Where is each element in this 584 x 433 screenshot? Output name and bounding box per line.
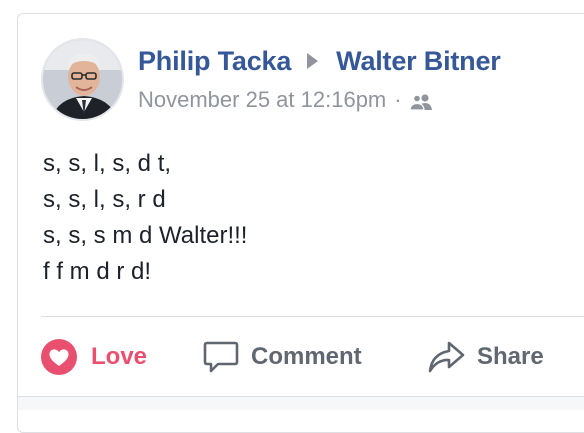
comments-strip bbox=[18, 396, 584, 410]
share-label: Share bbox=[477, 343, 544, 370]
post-body-line: s, s, l, s, d t, bbox=[43, 150, 172, 177]
post-body-line: f f m d r d! bbox=[43, 258, 152, 285]
post-meta: November 25 at 12:16pm · bbox=[138, 86, 433, 114]
meta-separator: · bbox=[394, 87, 402, 112]
author-name[interactable]: Philip Tacka bbox=[138, 46, 291, 77]
arrow-right-icon bbox=[307, 53, 319, 69]
post-timestamp[interactable]: November 25 at 12:16pm bbox=[138, 87, 386, 113]
post-header: Philip Tacka Walter Bitner bbox=[138, 44, 501, 78]
share-button[interactable]: Share bbox=[427, 332, 544, 382]
recipient-name[interactable]: Walter Bitner bbox=[336, 46, 501, 77]
comment-button[interactable]: Comment bbox=[203, 332, 362, 382]
love-button[interactable]: Love bbox=[41, 332, 147, 382]
avatar[interactable] bbox=[41, 38, 124, 121]
post-body: s, s, l, s, d t, s, s, l, s, r d s, s, s… bbox=[43, 146, 247, 290]
post-actions: Love Comment Share bbox=[41, 332, 584, 382]
comment-icon bbox=[203, 341, 239, 373]
love-icon bbox=[41, 339, 77, 375]
share-icon bbox=[428, 341, 465, 373]
love-label: Love bbox=[91, 343, 148, 370]
comment-label: Comment bbox=[251, 343, 362, 370]
avatar-photo bbox=[43, 40, 122, 119]
post-body-line: s, s, l, s, r d bbox=[43, 186, 166, 213]
post-body-line: s, s, s m d Walter!!! bbox=[43, 222, 248, 249]
friends-icon[interactable] bbox=[408, 91, 433, 111]
actions-divider bbox=[41, 316, 584, 317]
